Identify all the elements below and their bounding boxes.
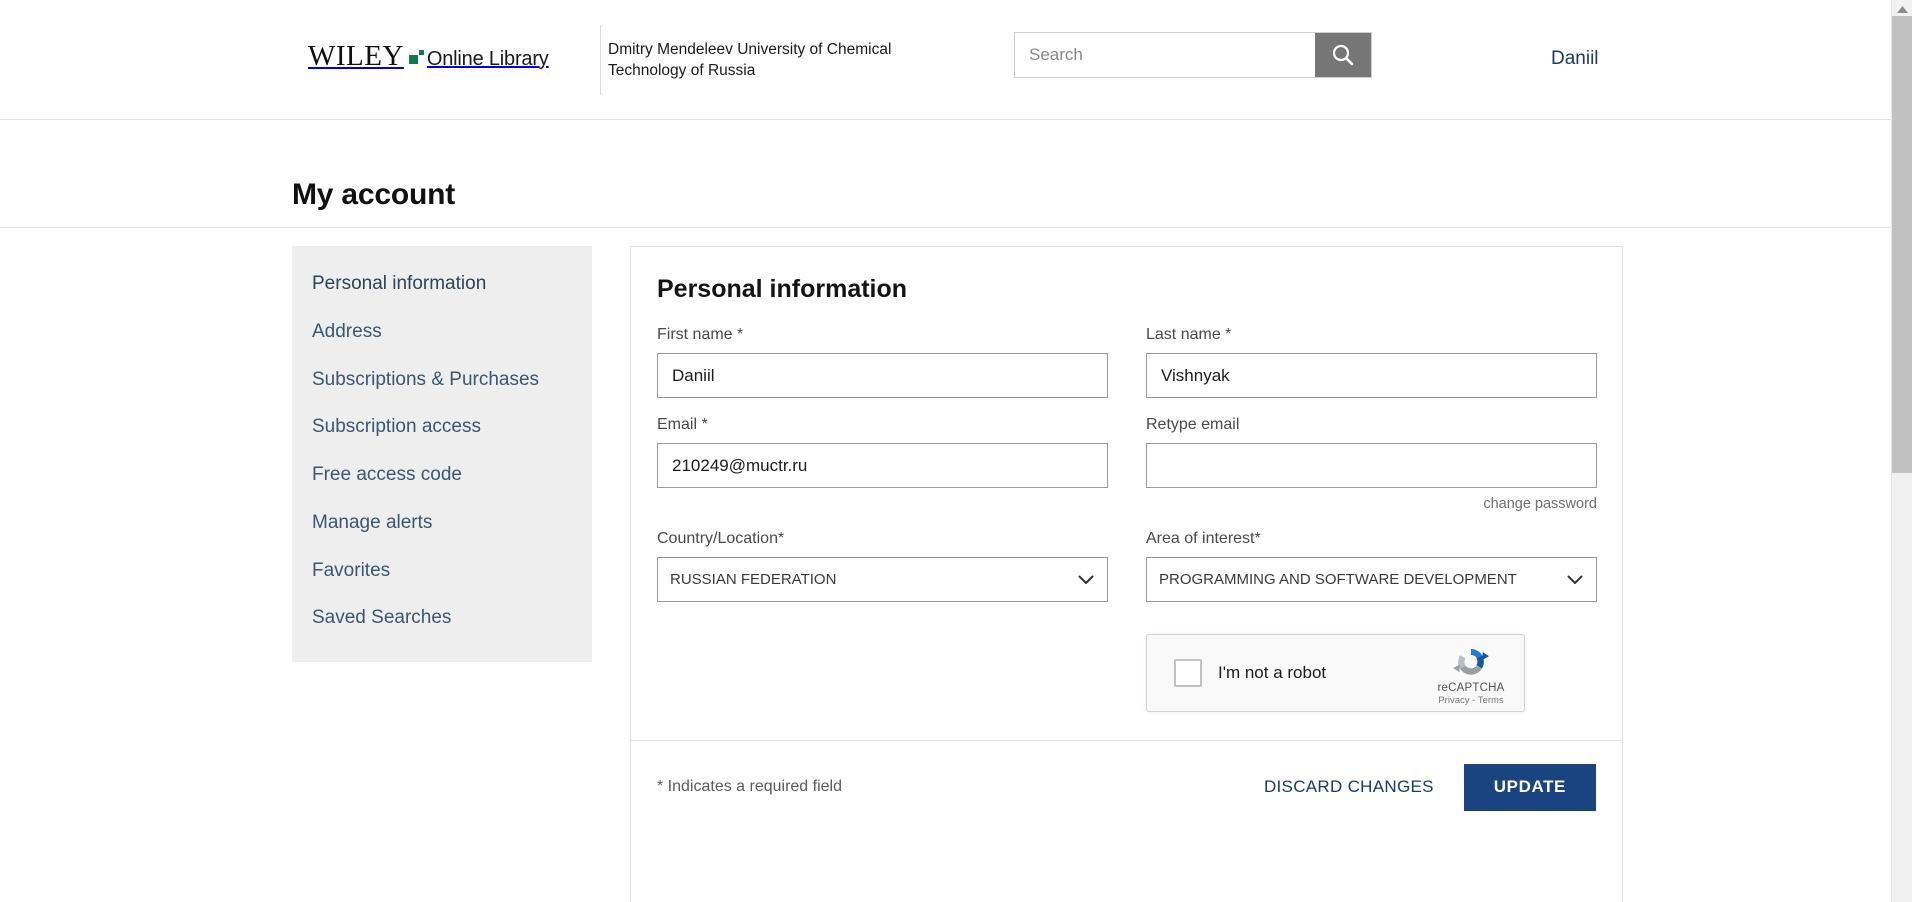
email-field: Email * bbox=[657, 416, 1108, 512]
sidebar-item-label: Subscriptions & Purchases bbox=[312, 368, 540, 390]
retype-email-label: Retype email bbox=[1146, 416, 1240, 433]
user-account-link[interactable]: Daniil bbox=[1551, 48, 1599, 70]
page-title: My account bbox=[292, 178, 456, 212]
sidebar-item-personal-information[interactable]: Personal information bbox=[292, 260, 592, 308]
country-label: Country/Location* bbox=[657, 530, 785, 547]
recaptcha-logo-icon bbox=[1452, 643, 1490, 681]
retype-email-field: Retype email change password bbox=[1146, 416, 1597, 512]
recaptcha-branding: reCAPTCHA Privacy - Terms bbox=[1430, 643, 1512, 706]
recaptcha-legal-links: Privacy - Terms bbox=[1430, 695, 1512, 706]
sidebar-item-label: Subscription access bbox=[312, 416, 481, 438]
sidebar-item-address[interactable]: Address bbox=[292, 308, 592, 356]
site-header: WILEY Online Library Dmitry Mendeleev Un… bbox=[0, 0, 1912, 120]
email-input[interactable] bbox=[657, 443, 1108, 488]
email-label: Email * bbox=[657, 416, 708, 433]
sidebar-item-favorites[interactable]: Favorites bbox=[292, 547, 592, 595]
recaptcha-widget[interactable]: I'm not a robot reCAPTCHA Privacy - Term… bbox=[1146, 634, 1525, 712]
update-button[interactable]: UPDATE bbox=[1463, 763, 1596, 811]
required-field-note: * Indicates a required field bbox=[657, 778, 842, 795]
search-bar bbox=[1014, 32, 1372, 78]
area-of-interest-select[interactable]: PROGRAMMING AND SOFTWARE DEVELOPMENT bbox=[1146, 557, 1597, 602]
recaptcha-label: I'm not a robot bbox=[1218, 663, 1327, 682]
page-scrollbar[interactable] bbox=[1891, 0, 1912, 902]
last-name-label: Last name * bbox=[1146, 326, 1232, 343]
area-of-interest-field: Area of interest* PROGRAMMING AND SOFTWA… bbox=[1146, 530, 1597, 602]
discard-changes-button[interactable]: DISCARD CHANGES bbox=[1264, 777, 1434, 797]
retype-email-input[interactable] bbox=[1146, 443, 1597, 488]
sidebar-item-free-access-code[interactable]: Free access code bbox=[292, 451, 592, 499]
area-of-interest-label: Area of interest* bbox=[1146, 530, 1261, 547]
sidebar-item-label: Free access code bbox=[312, 464, 462, 485]
first-name-label: First name * bbox=[657, 326, 744, 343]
search-input[interactable] bbox=[1015, 33, 1315, 77]
scroll-up-arrow-icon[interactable] bbox=[1892, 2, 1912, 16]
logo-wordmark-wiley: WILEY bbox=[308, 40, 404, 72]
captcha-row: I'm not a robot reCAPTCHA Privacy - Term… bbox=[657, 634, 1596, 712]
country-selected-value: RUSSIAN FEDERATION bbox=[670, 571, 837, 588]
page-title-band: My account bbox=[0, 120, 1912, 228]
country-field: Country/Location* RUSSIAN FEDERATION bbox=[657, 530, 1108, 602]
wiley-online-library-logo[interactable]: WILEY Online Library bbox=[308, 40, 549, 73]
country-select[interactable]: RUSSIAN FEDERATION bbox=[657, 557, 1108, 602]
area-of-interest-selected-value: PROGRAMMING AND SOFTWARE DEVELOPMENT bbox=[1159, 571, 1517, 588]
recaptcha-terms-link[interactable]: Terms bbox=[1478, 695, 1504, 706]
recaptcha-privacy-link[interactable]: Privacy bbox=[1438, 695, 1469, 706]
sidebar-item-label: Address bbox=[312, 320, 382, 342]
sidebar-item-manage-alerts[interactable]: Manage alerts bbox=[292, 499, 592, 547]
form-heading: Personal information bbox=[657, 275, 908, 303]
recaptcha-checkbox[interactable] bbox=[1174, 659, 1202, 687]
scrollbar-thumb[interactable] bbox=[1892, 16, 1912, 473]
recaptcha-legal-separator: - bbox=[1472, 695, 1476, 706]
sidebar-item-label: Manage alerts bbox=[312, 511, 433, 533]
sidebar-item-label: Favorites bbox=[312, 559, 391, 581]
card-footer: * Indicates a required field DISCARD CHA… bbox=[631, 741, 1622, 833]
page-viewport: WILEY Online Library Dmitry Mendeleev Un… bbox=[0, 0, 1912, 902]
institution-name: Dmitry Mendeleev University of Chemical … bbox=[608, 41, 892, 79]
sidebar-item-label: Saved Searches bbox=[312, 607, 452, 629]
footer-actions: DISCARD CHANGES UPDATE bbox=[1264, 763, 1596, 811]
header-divider bbox=[600, 25, 601, 95]
recaptcha-brand-name: reCAPTCHA bbox=[1437, 682, 1505, 694]
logo-wordmark-online-library: Online Library bbox=[426, 48, 549, 70]
last-name-field: Last name * bbox=[1146, 326, 1597, 398]
personal-information-card: Personal information First name * Last n… bbox=[630, 246, 1623, 902]
change-password-link[interactable]: change password bbox=[1146, 496, 1597, 512]
sidebar-item-subscription-access[interactable]: Subscription access bbox=[292, 403, 592, 451]
form-grid: First name * Last name * Email * Retype … bbox=[657, 326, 1597, 620]
page-content: Personal information Address Subscriptio… bbox=[0, 228, 1912, 902]
first-name-field: First name * bbox=[657, 326, 1108, 398]
first-name-input[interactable] bbox=[657, 353, 1108, 398]
sidebar-item-subscriptions-purchases[interactable]: Subscriptions & Purchases bbox=[292, 356, 592, 404]
sidebar-item-label: Personal information bbox=[312, 273, 487, 294]
search-icon bbox=[1330, 42, 1356, 68]
account-sidebar: Personal information Address Subscriptio… bbox=[292, 246, 592, 662]
wiley-green-square-icon bbox=[408, 50, 424, 64]
last-name-input[interactable] bbox=[1146, 353, 1597, 398]
sidebar-item-saved-searches[interactable]: Saved Searches bbox=[292, 594, 592, 642]
search-button[interactable] bbox=[1315, 33, 1371, 77]
